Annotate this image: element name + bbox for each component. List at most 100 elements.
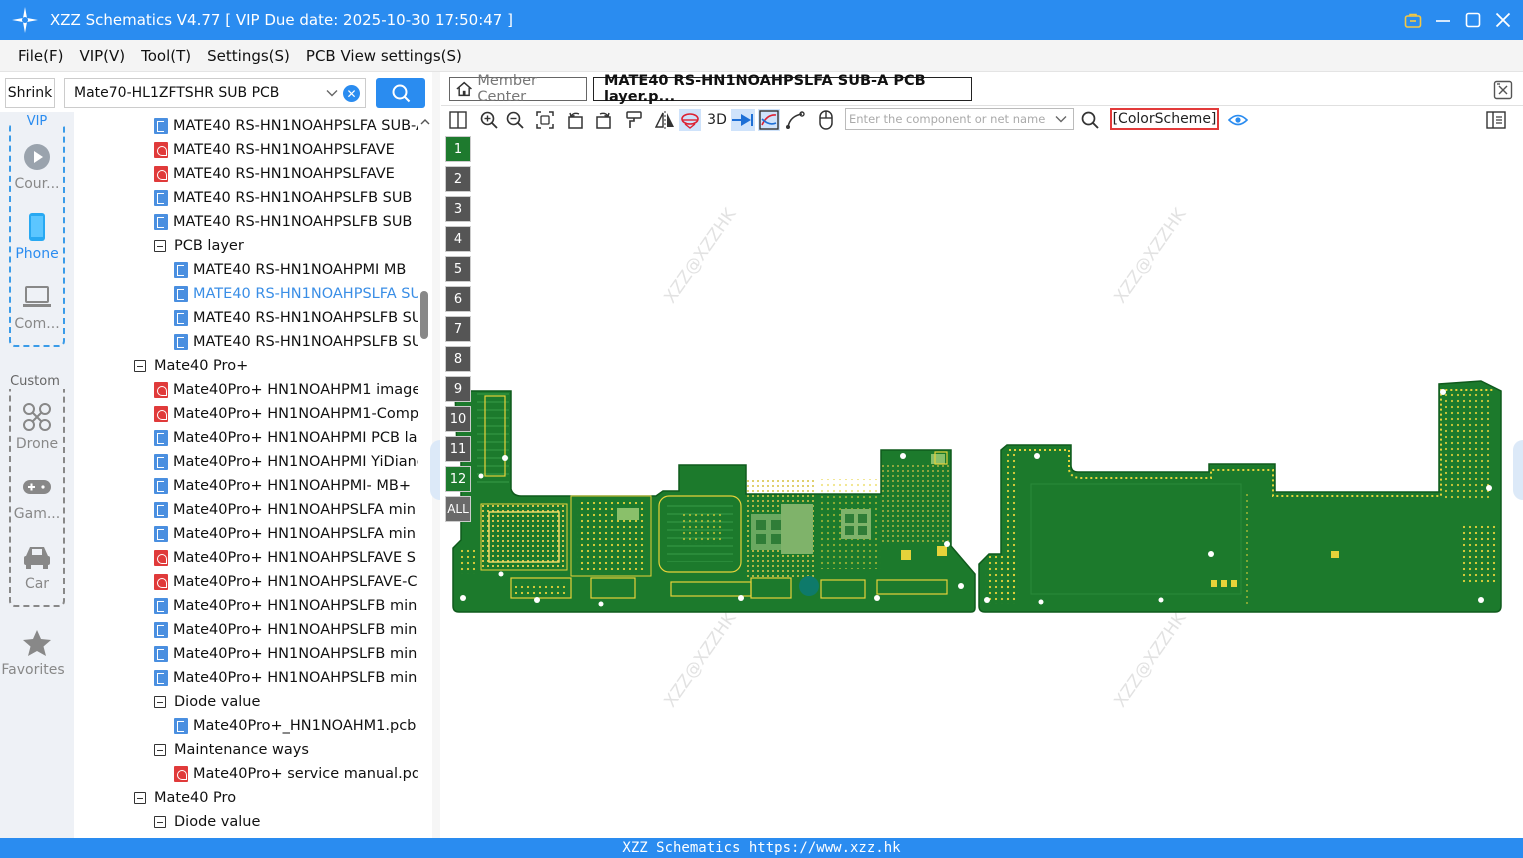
tree-file[interactable]: MATE40 RS-HN1NOAHPSLFB SUB — [174, 306, 418, 330]
layer-button-10[interactable]: 10 — [445, 406, 471, 432]
rail-favorites[interactable]: Favorites — [1, 628, 65, 688]
chevron-down-icon[interactable] — [1054, 112, 1068, 126]
collapse-toggle-icon[interactable] — [154, 240, 166, 252]
paint-brush-icon[interactable] — [623, 109, 645, 131]
clear-icon[interactable]: ✕ — [343, 85, 360, 102]
rotate-left-icon[interactable] — [565, 109, 587, 131]
menu-pcb-view-settings[interactable]: PCB View settings(S) — [298, 47, 470, 65]
tree-file[interactable]: Mate40Pro+ HN1NOAHPSLFB min — [154, 642, 418, 666]
layer-button-5[interactable]: 5 — [445, 256, 471, 282]
layer-button-8[interactable]: 8 — [445, 346, 471, 372]
rail-computer[interactable]: Com... — [11, 282, 63, 342]
color-scheme-button[interactable]: [ColorScheme] — [1110, 108, 1219, 130]
close-button[interactable] — [1493, 10, 1513, 30]
tree-file[interactable]: Mate40Pro+ HN1NOAHPSLFB min — [154, 618, 418, 642]
model-select[interactable]: Mate70-HL1ZFTSHR SUB PCB ✕ — [64, 78, 366, 108]
trace-route-icon[interactable] — [784, 109, 806, 131]
pcb-board-view[interactable] — [441, 134, 1523, 838]
mirror-icon[interactable] — [654, 109, 676, 131]
vip-bag-icon[interactable] — [1403, 10, 1423, 30]
menu-tool[interactable]: Tool(T) — [133, 47, 199, 65]
tree-file[interactable]: Mate40Pro+_HN1NOAHM1.pcb — [174, 714, 418, 738]
fit-view-icon[interactable] — [534, 109, 556, 131]
layer-button-3[interactable]: 3 — [445, 196, 471, 222]
split-view-icon[interactable] — [447, 109, 469, 131]
menu-settings[interactable]: Settings(S) — [199, 47, 298, 65]
component-search-icon[interactable] — [1079, 109, 1101, 131]
collapse-right-handle[interactable] — [1513, 440, 1523, 500]
tree-file[interactable]: MATE40 RS-HN1NOAHPSLFB SUB — [174, 330, 418, 354]
tree-file[interactable]: Mate40Pro+ HN1NOAHPSLFAVE S — [154, 546, 418, 570]
collapse-toggle-icon[interactable] — [154, 816, 166, 828]
net-highlight-icon[interactable] — [758, 109, 780, 131]
tree-folder[interactable]: Diode value — [154, 690, 418, 714]
collapse-toggle-icon[interactable] — [154, 696, 166, 708]
pcb-file-icon — [154, 670, 168, 686]
tree-file[interactable]: MATE40 RS-HN1NOAHPSLFB SUB — [154, 186, 418, 210]
tree-file[interactable]: Mate40Pro+ HN1NOAHPSLFA min — [154, 522, 418, 546]
collapse-toggle-icon[interactable] — [154, 744, 166, 756]
tree-file[interactable]: Mate40Pro+ HN1NOAHPSLFAVE-C — [154, 570, 418, 594]
tree-folder[interactable]: Mate40 Pro+ — [134, 354, 418, 378]
flip-board-icon[interactable] — [679, 109, 701, 131]
tree-folder[interactable]: Diode value — [154, 810, 418, 834]
side-panel-icon[interactable] — [1485, 109, 1507, 131]
tree-file[interactable]: MATE40 RS-HN1NOAHPSLFB SUB — [154, 210, 418, 234]
tree-folder[interactable]: PCB layer — [154, 234, 418, 258]
tree-file[interactable]: Mate40Pro+ HN1NOAHPSLFB min — [154, 666, 418, 690]
tree-file[interactable]: MATE40 RS-HN1NOAHPMI MB — [174, 258, 418, 282]
minimize-button[interactable] — [1433, 10, 1453, 30]
layer-button-4[interactable]: 4 — [445, 226, 471, 252]
eye-icon[interactable] — [1227, 109, 1249, 131]
menu-vip[interactable]: VIP(V) — [71, 47, 133, 65]
tree-file[interactable]: Mate40Pro+ HN1NOAHPM1-Component — [154, 402, 418, 426]
layer-button-7[interactable]: 7 — [445, 316, 471, 342]
shrink-button[interactable]: Shrink — [5, 78, 55, 108]
search-button[interactable] — [376, 78, 425, 108]
scroll-thumb[interactable] — [420, 291, 428, 339]
tree-file[interactable]: MATE40 RS-HN1NOAHPSLFA SUB — [174, 282, 418, 306]
tree-folder[interactable]: Mate40 Pro — [134, 786, 418, 810]
rail-drone[interactable]: Drone — [11, 402, 63, 462]
tree-folder[interactable]: Maintenance ways — [154, 738, 418, 762]
rail-courses[interactable]: Cour... — [11, 142, 63, 202]
zoom-in-icon[interactable] — [478, 109, 500, 131]
tree-file[interactable]: MATE40 RS-HN1NOAHPSLFA SUB-A PCB layer — [154, 114, 418, 138]
collapse-toggle-icon[interactable] — [134, 360, 146, 372]
layer-button-9[interactable]: 9 — [445, 376, 471, 402]
tree-file[interactable]: Mate40Pro+ HN1NOAHPMI YiDiandu — [154, 450, 418, 474]
layer-button-all[interactable]: ALL — [445, 496, 471, 522]
mouse-icon[interactable] — [815, 109, 837, 131]
tree-file[interactable]: Mate40Pro+ HN1NOAHPSLFA min — [154, 498, 418, 522]
rail-gaming[interactable]: Gam... — [11, 472, 63, 532]
pin-arrow-icon[interactable] — [731, 109, 755, 131]
chevron-down-icon[interactable] — [325, 86, 339, 100]
layer-button-11[interactable]: 11 — [445, 436, 471, 462]
layer-button-12[interactable]: 12 — [445, 466, 471, 492]
zoom-out-icon[interactable] — [504, 109, 526, 131]
rail-car[interactable]: Car — [11, 542, 63, 602]
collapse-left-handle[interactable] — [430, 440, 440, 500]
maximize-button[interactable] — [1463, 10, 1483, 30]
tree-file[interactable]: Mate40Pro+ HN1NOAHPSLFB min — [154, 594, 418, 618]
rotate-right-icon[interactable] — [592, 109, 614, 131]
tab-member-center[interactable]: Member Center — [449, 73, 587, 105]
layer-button-2[interactable]: 2 — [445, 166, 471, 192]
pcb-canvas[interactable]: XZZ@XZZHK XZZ@XZZHK XZZ@XZZHK XZZ@XZZHK — [441, 134, 1523, 838]
scroll-up-icon[interactable] — [419, 116, 431, 128]
tree-file[interactable]: Mate40Pro+ HN1NOAHPMI- MB+ — [154, 474, 418, 498]
collapse-toggle-icon[interactable] — [134, 792, 146, 804]
tab-pcb-layer[interactable]: MATE40 RS-HN1NOAHPSLFA SUB-A PCB layer.p… — [593, 73, 972, 105]
tree-file[interactable]: Mate40Pro+ service manual.pdf — [174, 762, 418, 786]
menu-file[interactable]: File(F) — [10, 47, 71, 65]
tree-file[interactable]: Mate40Pro+ HN1NOAHPM1 image — [154, 378, 418, 402]
tree-file[interactable]: MATE40 RS-HN1NOAHPSLFAVE — [154, 162, 418, 186]
close-tabs-icon[interactable] — [1493, 80, 1513, 100]
tree-file[interactable]: Mate40Pro+ HN1NOAHPMI PCB layer — [154, 426, 418, 450]
layer-button-1[interactable]: 1 — [445, 136, 471, 162]
layer-button-6[interactable]: 6 — [445, 286, 471, 312]
component-search-input[interactable]: Enter the component or net name — [845, 108, 1074, 130]
three-d-button[interactable]: 3D — [705, 109, 729, 131]
rail-phone[interactable]: Phone — [11, 212, 63, 272]
tree-file[interactable]: MATE40 RS-HN1NOAHPSLFAVE — [154, 138, 418, 162]
